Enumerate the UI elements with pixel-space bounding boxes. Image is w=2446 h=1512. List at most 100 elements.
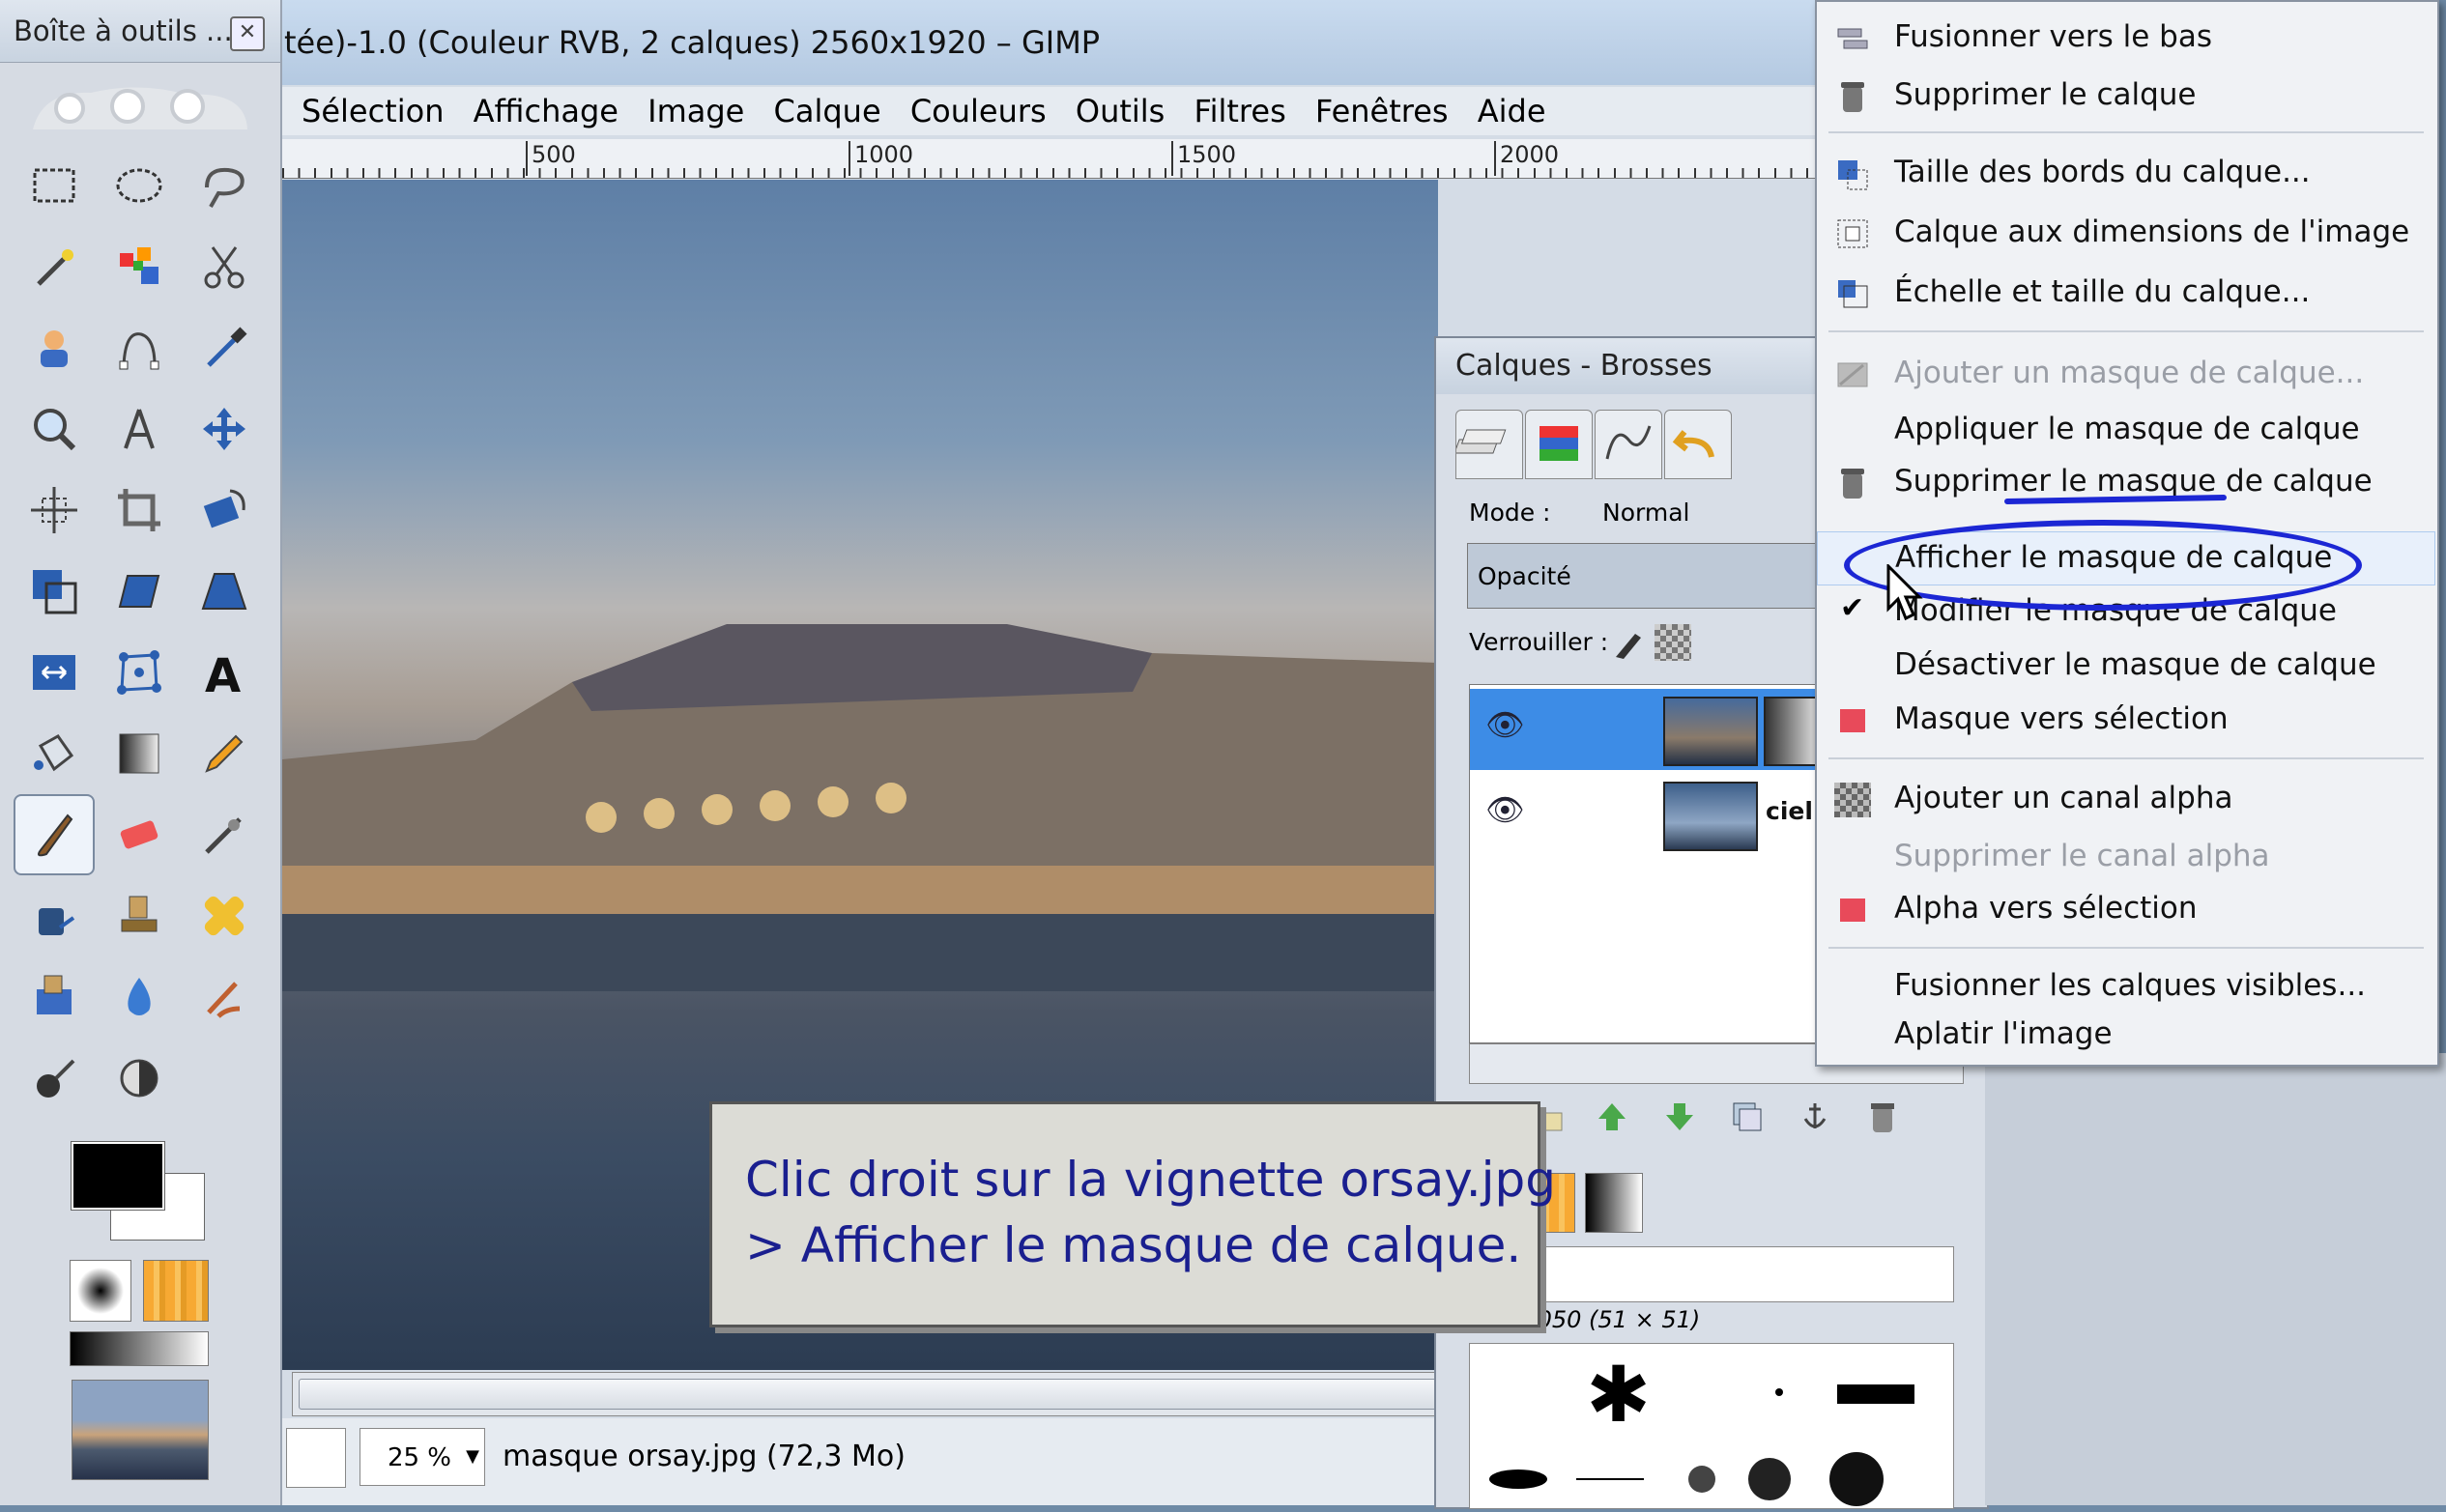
- tab-gradients-icon[interactable]: [1585, 1173, 1643, 1233]
- cage-tool-icon[interactable]: [99, 632, 180, 713]
- menu-affichage[interactable]: Affichage: [474, 93, 619, 129]
- unit-dropdown[interactable]: [286, 1428, 346, 1488]
- menu-outils[interactable]: Outils: [1076, 93, 1165, 129]
- visibility-eye-icon[interactable]: 👁: [1485, 791, 1534, 840]
- menu-image[interactable]: Image: [647, 93, 744, 129]
- menu-item-delete-layer[interactable]: Supprimer le calque: [1817, 70, 2435, 124]
- active-brush-preview[interactable]: [70, 1260, 131, 1322]
- chevron-down-icon[interactable]: ▼: [460, 1428, 485, 1486]
- layer-name: ciel.: [1766, 797, 1823, 825]
- measure-tool-icon[interactable]: [99, 388, 180, 470]
- menu-fenetres[interactable]: Fenêtres: [1315, 93, 1449, 129]
- ellipse-select-tool-icon[interactable]: [99, 145, 180, 226]
- menu-item-merge-down[interactable]: Fusionner vers le bas: [1817, 12, 2435, 66]
- active-image-thumbnail[interactable]: [72, 1380, 209, 1480]
- menu-selection[interactable]: Sélection: [302, 93, 444, 129]
- perspective-tool-icon[interactable]: [184, 551, 265, 632]
- anchor-icon[interactable]: [1798, 1099, 1832, 1134]
- lock-pixels-icon[interactable]: [1610, 624, 1649, 663]
- foreground-select-tool-icon[interactable]: [14, 307, 95, 388]
- menu-item-add-layer-mask: Ajouter un masque de calque...: [1817, 348, 2435, 402]
- scrollbar-thumb[interactable]: [299, 1379, 1437, 1410]
- move-tool-icon[interactable]: [184, 388, 265, 470]
- menu-item-apply-layer-mask[interactable]: Appliquer le masque de calque: [1817, 404, 2435, 458]
- ink-tool-icon[interactable]: [14, 875, 95, 956]
- menu-item-alpha-to-selection[interactable]: Alpha vers sélection: [1817, 883, 2435, 937]
- instruction-callout: Clic droit sur la vignette orsay.jpg > A…: [709, 1101, 1556, 1327]
- active-pattern-preview[interactable]: [143, 1260, 209, 1322]
- horizontal-ruler[interactable]: 500 1000 1500 2000: [282, 139, 1877, 179]
- menu-calque[interactable]: Calque: [774, 93, 881, 129]
- fg-bg-colors[interactable]: [66, 1138, 211, 1246]
- menu-item-label: Fusionner les calques visibles...: [1894, 968, 2367, 1003]
- brush-grid[interactable]: ✱: [1469, 1343, 1954, 1509]
- menu-couleurs[interactable]: Couleurs: [910, 93, 1047, 129]
- lasso-tool-icon[interactable]: [184, 145, 265, 226]
- toolbox-window: Boîte à outils ... ✕ A: [0, 0, 282, 1505]
- tab-undo-icon[interactable]: [1664, 410, 1732, 479]
- blur-tool-icon[interactable]: [99, 956, 180, 1038]
- trash-icon: [1841, 82, 1864, 112]
- crop-tool-icon[interactable]: [99, 470, 180, 551]
- menu-item-scale-layer[interactable]: Échelle et taille du calque...: [1817, 267, 2435, 321]
- layer-thumbnail-ciel[interactable]: [1663, 782, 1758, 851]
- pencil-tool-icon[interactable]: [184, 713, 265, 794]
- layer-boundary-icon: [1838, 160, 1868, 190]
- menu-item-disable-layer-mask[interactable]: Désactiver le masque de calque: [1817, 640, 2435, 694]
- rotate-tool-icon[interactable]: [184, 470, 265, 551]
- duplicate-layer-icon[interactable]: [1730, 1099, 1765, 1134]
- menu-item-layer-boundary[interactable]: Taille des bords du calque...: [1817, 147, 2435, 201]
- eraser-tool-icon[interactable]: [99, 794, 180, 875]
- text-tool-icon[interactable]: A: [184, 632, 265, 713]
- mode-dropdown[interactable]: Normal: [1602, 499, 1689, 527]
- ruler-label: 500: [526, 141, 576, 176]
- alpha-channel-icon: [1834, 783, 1871, 817]
- menu-item-layer-to-image-size[interactable]: Calque aux dimensions de l'image: [1817, 207, 2435, 261]
- foreground-color-swatch[interactable]: [71, 1141, 165, 1211]
- menu-item-label: Appliquer le masque de calque: [1894, 412, 2360, 446]
- smudge-tool-icon[interactable]: [184, 956, 265, 1038]
- heal-tool-icon[interactable]: [184, 875, 265, 956]
- scissors-tool-icon[interactable]: [184, 226, 265, 307]
- paths-tool-icon[interactable]: [99, 307, 180, 388]
- lock-alpha-icon[interactable]: [1655, 624, 1691, 661]
- menu-item-merge-visible-layers[interactable]: Fusionner les calques visibles...: [1817, 960, 2435, 1014]
- tab-layers-icon[interactable]: [1453, 410, 1523, 479]
- scale-tool-icon[interactable]: [14, 551, 95, 632]
- clone-tool-icon[interactable]: [99, 875, 180, 956]
- rect-select-tool-icon[interactable]: [14, 145, 95, 226]
- perspective-clone-tool-icon[interactable]: [14, 956, 95, 1038]
- menu-item-add-alpha-channel[interactable]: Ajouter un canal alpha: [1817, 773, 2435, 827]
- active-gradient-preview[interactable]: [70, 1331, 209, 1366]
- menu-item-mask-to-selection[interactable]: Masque vers sélection: [1817, 694, 2435, 748]
- trash-icon[interactable]: [1865, 1099, 1900, 1134]
- raise-layer-icon[interactable]: [1595, 1099, 1629, 1134]
- align-tool-icon[interactable]: [14, 470, 95, 551]
- menu-item-flatten-image[interactable]: Aplatir l'image: [1817, 1009, 2435, 1063]
- layer-thumbnail-orsay[interactable]: [1663, 697, 1758, 766]
- airbrush-tool-icon[interactable]: [184, 794, 265, 875]
- canvas-horizontal-scrollbar[interactable]: [292, 1372, 1444, 1416]
- tab-channels-icon[interactable]: [1525, 410, 1593, 479]
- blend-tool-icon[interactable]: [99, 713, 180, 794]
- menu-item-label: Supprimer le canal alpha: [1894, 839, 2270, 873]
- zoom-tool-icon[interactable]: [14, 388, 95, 470]
- menu-filtres[interactable]: Filtres: [1194, 93, 1286, 129]
- lower-layer-icon[interactable]: [1662, 1099, 1697, 1134]
- fuzzy-select-tool-icon[interactable]: [14, 226, 95, 307]
- bucket-fill-tool-icon[interactable]: [14, 713, 95, 794]
- mouse-cursor-icon: [1886, 564, 1923, 621]
- close-icon[interactable]: ✕: [230, 16, 265, 51]
- color-select-tool-icon[interactable]: [99, 226, 180, 307]
- visibility-eye-icon[interactable]: 👁: [1485, 706, 1534, 755]
- brush-tag-dropdown[interactable]: [1469, 1246, 1954, 1302]
- menu-aide[interactable]: Aide: [1478, 93, 1546, 129]
- flip-tool-icon[interactable]: [14, 632, 95, 713]
- levels-tool-icon[interactable]: [99, 1038, 180, 1119]
- paintbrush-tool-icon[interactable]: [14, 794, 95, 875]
- dodge-burn-tool-icon[interactable]: [14, 1038, 95, 1119]
- tab-paths-icon[interactable]: [1595, 410, 1662, 479]
- color-picker-tool-icon[interactable]: [184, 307, 265, 388]
- shear-tool-icon[interactable]: [99, 551, 180, 632]
- trash-icon: [1841, 469, 1864, 499]
